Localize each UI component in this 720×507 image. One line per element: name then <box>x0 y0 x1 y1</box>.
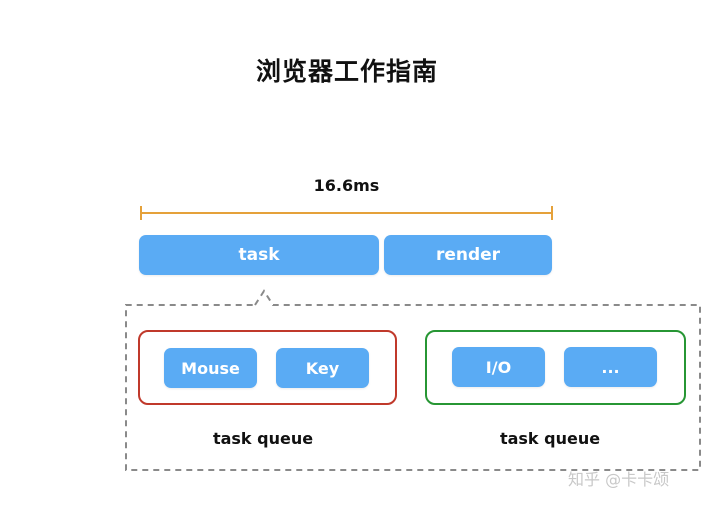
task-block: task <box>139 235 379 275</box>
diagram-title: 浏览器工作指南 <box>255 57 438 86</box>
frame-duration-bracket <box>140 204 553 222</box>
key-task-pill: Key <box>276 348 369 388</box>
more-tasks-pill: ... <box>564 347 657 387</box>
bracket-line <box>140 212 553 214</box>
green-queue-label: task queue <box>499 429 601 448</box>
zhihu-watermark: 知乎 @卡卡颂 <box>568 470 670 489</box>
red-queue-label: task queue <box>212 429 314 448</box>
io-task-pill: I/O <box>452 347 545 387</box>
mouse-task-pill: Mouse <box>164 348 257 388</box>
bracket-right-cap <box>551 206 553 220</box>
render-block: render <box>384 235 552 275</box>
frame-duration-label: 16.6ms <box>313 176 380 195</box>
